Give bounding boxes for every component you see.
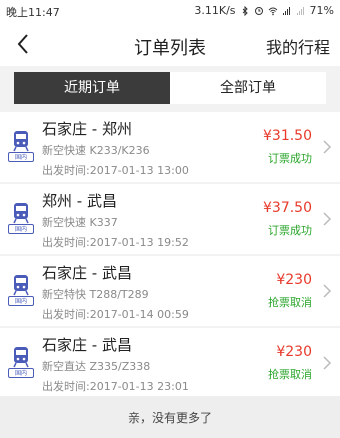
chevron-right-icon [323,356,332,370]
order-status: 抢票取消 [268,368,312,381]
tab-all-orders[interactable]: 全部订单 [170,72,326,104]
order-status: 抢票取消 [268,296,312,309]
order-price: ¥37.50 [263,200,312,216]
depart-time: 出发时间:2017-01-13 23:01 [42,380,189,393]
domestic-tag: 国内 [8,368,34,378]
route-text: 石家庄 - 武昌 [42,264,132,282]
bluetooth-icon [242,5,248,16]
chevron-right-icon [323,212,332,226]
order-row[interactable]: 国内 郑州 - 武昌 新空快速 K337 出发时间:2017-01-13 19:… [0,184,340,254]
domestic-tag: 国内 [8,296,34,306]
train-icon: 国内 [8,346,34,380]
order-status: 订票成功 [268,224,312,237]
route-text: 郑州 - 武昌 [42,192,117,210]
route-text: 石家庄 - 郑州 [42,120,132,138]
tab-recent-orders[interactable]: 近期订单 [14,72,170,104]
train-icon: 国内 [8,130,34,164]
chevron-right-icon [323,284,332,298]
domestic-tag: 国内 [8,152,34,162]
order-price: ¥230 [276,344,312,360]
order-price: ¥31.50 [263,128,312,144]
order-price: ¥230 [276,272,312,288]
order-status: 订票成功 [268,152,312,165]
battery-level: 71% [309,4,334,17]
signal2-icon [296,6,304,15]
order-row[interactable]: 国内 石家庄 - 武昌 新空直达 Z335/Z338 出发时间:2017-01-… [0,328,340,398]
status-bar: 晚上11:47 3.11K/s 71% [0,0,340,22]
wifi-icon [268,7,277,15]
no-more-message: 亲，没有更多了 [127,411,212,425]
status-time: 晚上11:47 [6,6,60,19]
route-text: 石家庄 - 武昌 [42,336,132,354]
order-list: 国内 石家庄 - 郑州 新空快速 K233/K236 出发时间:2017-01-… [0,112,340,400]
app-header: 订单列表 我的行程 [0,22,340,66]
train-info: 新空特快 T288/T289 [42,288,149,301]
status-icons: 3.11K/s 71% [194,4,334,17]
train-info: 新空快速 K233/K236 [42,144,150,157]
order-row[interactable]: 国内 石家庄 - 郑州 新空快速 K233/K236 出发时间:2017-01-… [0,112,340,182]
depart-time: 出发时间:2017-01-13 19:52 [42,236,189,249]
signal-icon [282,6,290,15]
order-tabs: 近期订单 全部订单 [14,72,326,104]
depart-time: 出发时间:2017-01-14 00:59 [42,308,189,321]
alarm-icon [254,6,263,15]
train-icon: 国内 [8,274,34,308]
chevron-right-icon [323,140,332,154]
train-info: 新空快速 K337 [42,216,118,229]
domestic-tag: 国内 [8,224,34,234]
order-row[interactable]: 国内 石家庄 - 武昌 新空特快 T288/T289 出发时间:2017-01-… [0,256,340,326]
my-trip-link[interactable]: 我的行程 [266,34,330,58]
list-footer: 亲，没有更多了 [0,396,340,438]
train-icon: 国内 [8,202,34,236]
train-info: 新空直达 Z335/Z338 [42,360,151,373]
net-speed: 3.11K/s [194,4,236,17]
depart-time: 出发时间:2017-01-13 13:00 [42,164,189,177]
